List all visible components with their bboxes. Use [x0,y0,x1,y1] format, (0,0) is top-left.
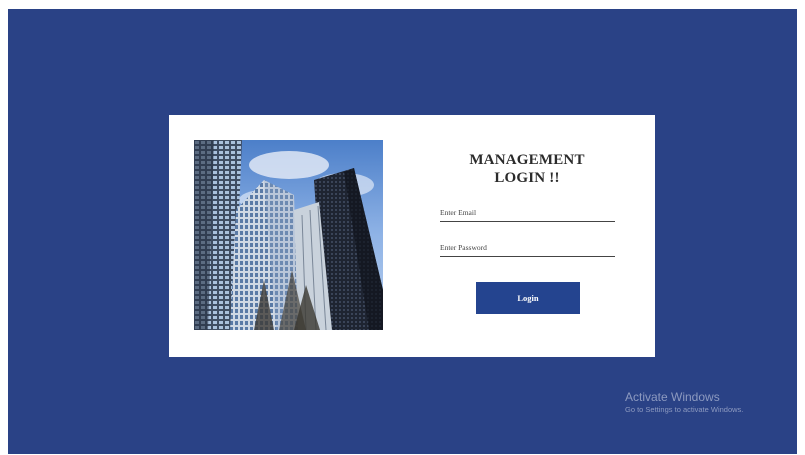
login-card: MANAGEMENT LOGIN !! Login [169,115,655,357]
watermark-title: Activate Windows [625,390,720,404]
title-line-2: LOGIN !! [494,170,560,186]
building-image [194,140,383,330]
title-line-1: MANAGEMENT [469,152,585,168]
email-field[interactable] [440,206,615,222]
login-title: MANAGEMENT LOGIN !! [427,151,627,187]
activate-windows-watermark: Activate Windows Go to Settings to activ… [625,390,743,416]
password-field[interactable] [440,241,615,257]
watermark-subtitle: Go to Settings to activate Windows. [625,405,744,414]
login-button[interactable]: Login [476,282,580,314]
page-background: MANAGEMENT LOGIN !! Login [8,9,797,454]
